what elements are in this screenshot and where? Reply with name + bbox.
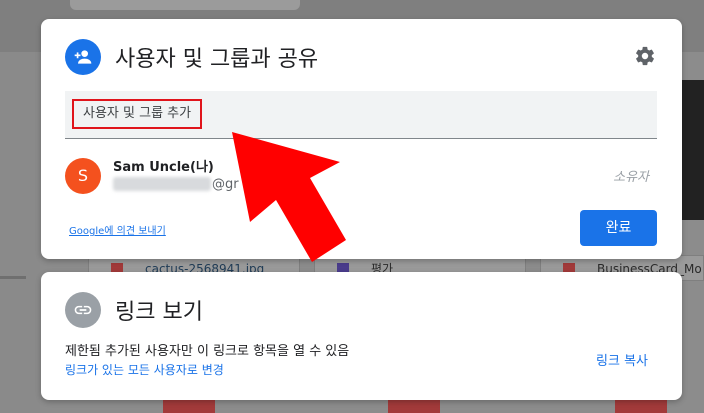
- copy-link-button[interactable]: 링크 복사: [596, 350, 648, 369]
- file-thumbnail: [680, 80, 704, 220]
- add-people-placeholder: 사용자 및 그룹 추가: [72, 99, 203, 129]
- gear-icon[interactable]: [634, 45, 656, 67]
- member-row: S Sam Uncle(나) @gr 소유자: [65, 156, 657, 196]
- dialog-title: 사용자 및 그룹과 공유: [115, 47, 319, 72]
- drive-sidebar: [0, 52, 40, 413]
- link-panel-header: 링크 보기: [65, 292, 203, 328]
- feedback-link[interactable]: Google에 의견 보내기: [69, 222, 166, 237]
- drive-search-bar: [70, 0, 300, 10]
- share-dialog: 사용자 및 그룹과 공유 사용자 및 그룹 추가 S Sam Uncle(나) …: [41, 19, 682, 259]
- dialog-header: 사용자 및 그룹과 공유: [65, 39, 318, 75]
- redacted-email: [113, 177, 211, 191]
- member-name: Sam Uncle(나): [113, 160, 214, 175]
- link-icon: [65, 292, 101, 328]
- done-button[interactable]: 완료: [580, 210, 657, 246]
- sidebar-divider: [0, 276, 26, 279]
- member-email: @gr: [113, 175, 239, 193]
- link-panel-title: 링크 보기: [115, 300, 203, 325]
- member-role: 소유자: [613, 170, 649, 185]
- add-people-input[interactable]: 사용자 및 그룹 추가: [65, 91, 657, 139]
- link-panel: 링크 보기 제한됨 추가된 사용자만 이 링크로 항목을 열 수 있음 링크가 …: [41, 272, 682, 400]
- add-person-icon: [65, 39, 101, 75]
- change-link-access[interactable]: 링크가 있는 모든 사용자로 변경: [65, 361, 224, 378]
- link-access-description: 제한됨 추가된 사용자만 이 링크로 항목을 열 수 있음: [65, 344, 350, 359]
- avatar: S: [65, 158, 101, 194]
